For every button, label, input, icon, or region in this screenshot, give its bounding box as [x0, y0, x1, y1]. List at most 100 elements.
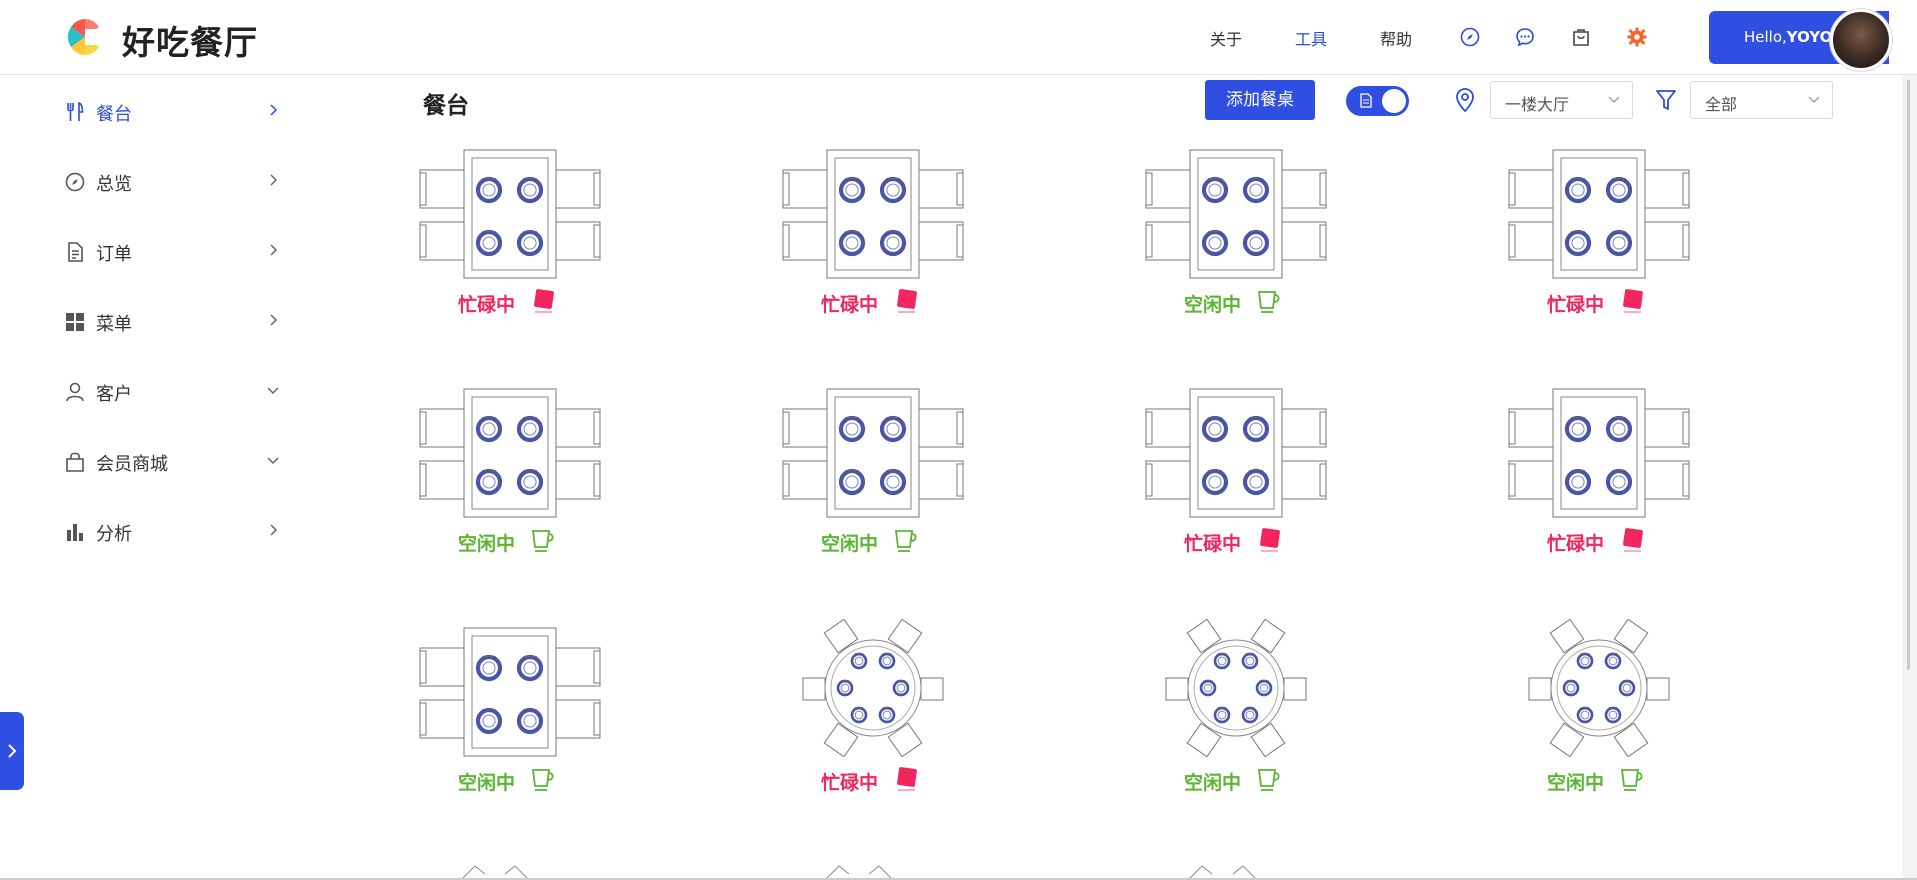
top-header: 好吃餐厅 关于 工具 帮助 Hello,YOYO	[0, 0, 1917, 75]
sidebar-item-analytics[interactable]: 分析	[64, 517, 284, 547]
chevron-down-icon	[267, 457, 279, 465]
fork-knife-icon	[67, 101, 84, 121]
dining-table-card[interactable]: 忙碌中	[1499, 379, 1699, 579]
table-status-label: 忙碌中	[821, 294, 879, 316]
floor-select[interactable]: 一楼大厅	[1490, 81, 1633, 119]
dining-table-card[interactable]: 空闲中	[1136, 140, 1336, 340]
rect-table-drawing	[1145, 149, 1327, 279]
toggle-knob	[1382, 89, 1406, 113]
dining-table-card[interactable]: 空闲中	[1499, 618, 1699, 818]
rect-table-drawing	[419, 149, 601, 279]
compass-icon	[65, 172, 85, 192]
table-status: 忙碌中	[1547, 289, 1643, 316]
filter-icon	[1656, 90, 1676, 110]
sidebar-expand-button[interactable]	[0, 712, 24, 790]
round-table-drawing	[802, 618, 944, 758]
chevron-right-icon	[270, 524, 278, 536]
chevron-right-icon	[270, 314, 278, 326]
chevron-right-icon	[8, 744, 17, 758]
shopping-bag-icon	[66, 452, 84, 472]
table-status-label: 忙碌中	[458, 294, 516, 316]
bar-chart-icon	[67, 524, 83, 541]
nav-about[interactable]: 关于	[1210, 26, 1242, 50]
table-status-label: 空闲中	[458, 772, 516, 794]
dining-table-card[interactable]: 空闲中	[773, 379, 973, 579]
nav-tools[interactable]: 工具	[1295, 26, 1327, 50]
bag-icon[interactable]	[1570, 26, 1592, 48]
rect-table-drawing	[1508, 388, 1690, 518]
sidebar-item-label: 客户	[96, 384, 132, 405]
app-logo-icon	[67, 19, 104, 55]
busy-status-icon	[534, 289, 554, 313]
table-status: 忙碌中	[458, 289, 554, 316]
busy-status-icon	[1260, 528, 1280, 552]
dining-table-card[interactable]: 忙碌中	[1499, 140, 1699, 340]
dining-table-card[interactable]: 忙碌中	[773, 140, 973, 340]
dining-table-card[interactable]: 忙碌中	[410, 140, 610, 340]
sidebar-item-menu[interactable]: 菜单	[64, 307, 284, 337]
sidebar-item-label: 菜单	[96, 314, 132, 335]
greeting-text: Hello,	[1744, 28, 1787, 46]
sidebar-item-label: 总览	[96, 174, 132, 195]
sidebar-item-customers[interactable]: 客户	[64, 377, 284, 407]
rect-table-drawing	[1145, 388, 1327, 518]
add-table-button[interactable]: 添加餐桌	[1205, 80, 1315, 120]
rect-table-drawing	[782, 149, 964, 279]
username: YOYO	[1786, 28, 1833, 46]
table-status: 空闲中	[458, 529, 554, 555]
nav-help[interactable]: 帮助	[1380, 26, 1412, 50]
table-status-label: 忙碌中	[1547, 294, 1605, 316]
rect-table-drawing	[782, 388, 964, 518]
table-status: 忙碌中	[821, 289, 917, 316]
round-table-drawing	[1165, 618, 1307, 758]
dining-table-card[interactable]: 空闲中	[410, 618, 610, 818]
chevron-right-icon	[270, 104, 278, 116]
busy-status-icon	[897, 289, 917, 313]
document-icon	[68, 242, 83, 262]
scrollbar-thumb[interactable]	[1907, 80, 1910, 670]
sidebar-item-tables[interactable]: 餐台	[64, 97, 284, 127]
chevron-right-icon	[270, 174, 278, 186]
vertical-scrollbar[interactable]	[1902, 75, 1917, 880]
table-status-label: 空闲中	[821, 533, 879, 555]
busy-status-icon	[897, 767, 917, 791]
sidebar-item-member-mall[interactable]: 会员商城	[64, 447, 284, 477]
dining-table-card[interactable]: 忙碌中	[773, 618, 973, 818]
settings-gear-icon[interactable]	[1626, 26, 1648, 48]
sidebar-item-overview[interactable]: 总览	[64, 167, 284, 197]
compass-icon[interactable]	[1459, 26, 1481, 48]
table-status-label: 忙碌中	[1184, 533, 1242, 555]
app-title: 好吃餐厅	[122, 23, 258, 62]
status-filter-select[interactable]: 全部	[1690, 81, 1833, 119]
coffee-cup-icon	[1257, 769, 1280, 791]
table-status-label: 空闲中	[1184, 772, 1242, 794]
busy-status-icon	[1623, 289, 1643, 313]
page-title: 餐台	[423, 93, 469, 119]
floor-select-value: 一楼大厅	[1505, 95, 1570, 114]
partial-table-row	[462, 865, 1256, 878]
rect-table-drawing	[419, 388, 601, 518]
round-table-drawing	[1528, 618, 1670, 758]
chevron-down-icon	[1608, 96, 1620, 103]
coffee-cup-icon	[1620, 769, 1643, 791]
chat-icon[interactable]	[1514, 26, 1536, 48]
grid-icon	[66, 313, 84, 331]
view-toggle[interactable]	[1346, 86, 1409, 116]
table-status: 空闲中	[458, 768, 554, 794]
dining-table-card[interactable]: 空闲中	[410, 379, 610, 579]
avatar[interactable]	[1830, 9, 1892, 71]
sidebar-item-orders[interactable]: 订单	[64, 237, 284, 267]
sidebar-item-label: 订单	[96, 244, 132, 265]
dining-table-card[interactable]: 空闲中	[1136, 618, 1336, 818]
coffee-cup-icon	[531, 769, 554, 791]
coffee-cup-icon	[1257, 291, 1280, 313]
dining-table-card[interactable]: 忙碌中	[1136, 379, 1336, 579]
rect-table-drawing	[1508, 149, 1690, 279]
table-status-label: 空闲中	[1547, 772, 1605, 794]
table-status: 忙碌中	[821, 767, 917, 794]
table-status-label: 忙碌中	[1547, 533, 1605, 555]
table-status: 忙碌中	[1547, 528, 1643, 555]
busy-status-icon	[1623, 528, 1643, 552]
table-status: 空闲中	[1184, 290, 1280, 316]
table-status: 空闲中	[1547, 768, 1643, 794]
